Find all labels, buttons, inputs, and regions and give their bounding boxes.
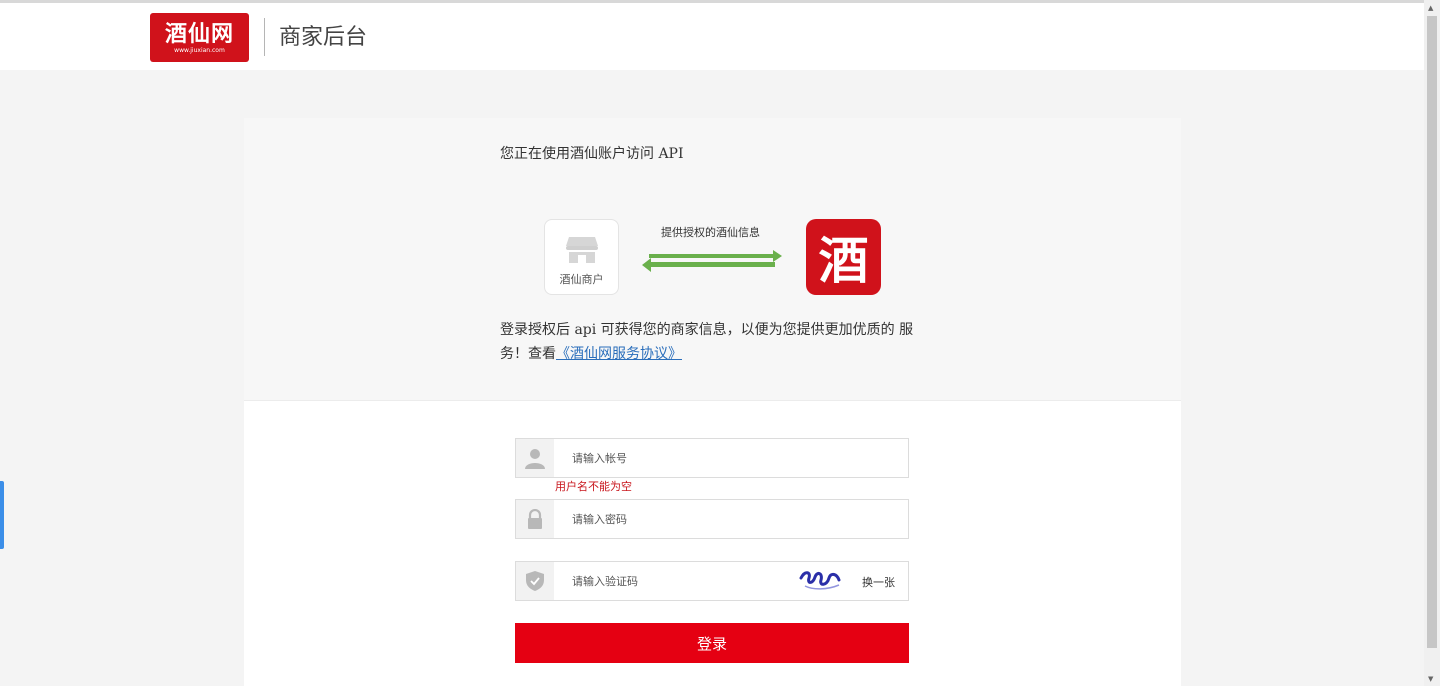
scrollbar[interactable]: ▲ ▼: [1424, 0, 1440, 686]
jiuxian-logo[interactable]: 酒仙网 www.jiuxian.com: [150, 13, 249, 62]
user-icon: [525, 449, 545, 469]
scroll-up-icon[interactable]: ▲: [1428, 4, 1433, 12]
username-icon-cell: [516, 439, 554, 477]
username-field: [515, 438, 909, 478]
api-access-title: 您正在使用酒仙账户访问 API: [500, 146, 684, 162]
password-icon-cell: [516, 500, 554, 538]
service-agreement-link[interactable]: 《酒仙网服务协议》: [556, 346, 682, 362]
exchange-arrows-icon: [642, 250, 782, 272]
captcha-icon-cell: [516, 562, 554, 600]
logo-text: 酒仙网: [164, 20, 234, 47]
scroll-down-icon[interactable]: ▼: [1428, 675, 1433, 683]
captcha-input[interactable]: [554, 562, 794, 600]
jiuxian-app-icon: 酒: [806, 219, 881, 295]
scrollbar-thumb[interactable]: [1427, 16, 1437, 648]
captcha-refresh-link[interactable]: 换一张: [862, 574, 895, 590]
auth-description: 登录授权后 api 可获得您的商家信息，以便为您提供更加优质的 服务！查看《酒仙…: [500, 318, 920, 366]
captcha-image[interactable]: [799, 568, 843, 594]
captcha-field: 换一张: [515, 561, 909, 601]
merchant-card: 酒仙商户: [544, 219, 619, 295]
lock-icon: [528, 509, 542, 529]
header: 酒仙网 www.jiuxian.com 商家后台: [0, 3, 1424, 70]
header-divider: [264, 18, 265, 56]
login-button[interactable]: 登录: [515, 623, 909, 663]
username-error: 用户名不能为空: [555, 480, 632, 493]
username-input[interactable]: [554, 439, 908, 477]
page-title: 商家后台: [279, 25, 368, 50]
merchant-label: 酒仙商户: [559, 273, 604, 286]
shop-icon: [566, 237, 598, 263]
side-feedback-tab[interactable]: [0, 481, 4, 549]
shield-icon: [526, 571, 544, 591]
flow-label: 提供授权的酒仙信息: [661, 226, 760, 239]
logo-url: www.jiuxian.com: [174, 46, 225, 54]
password-input[interactable]: [554, 500, 908, 538]
password-field: [515, 499, 909, 539]
